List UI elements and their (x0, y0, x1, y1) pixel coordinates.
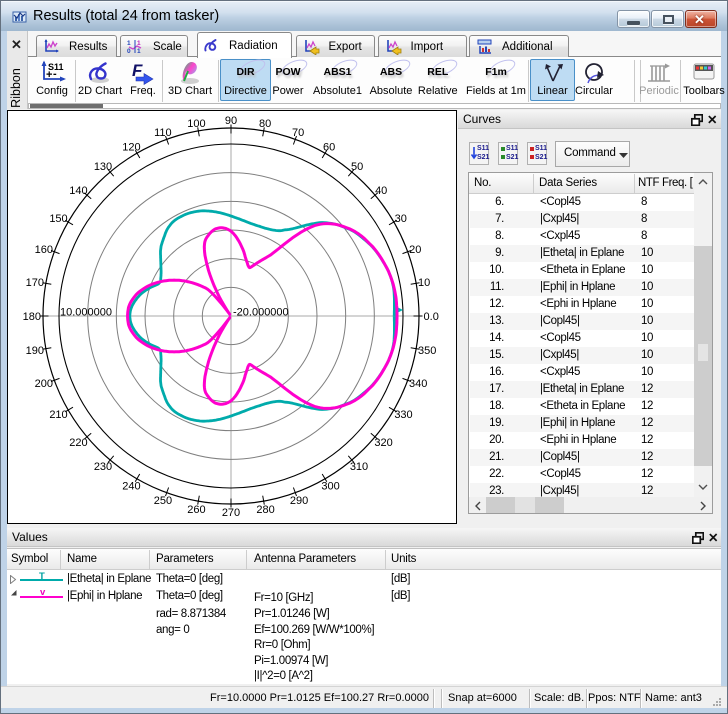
svg-text:10: 10 (418, 277, 430, 289)
svg-text:50: 50 (351, 161, 363, 173)
svg-text:1: 1 (127, 40, 131, 47)
svg-text:110: 110 (154, 127, 172, 139)
svg-text:270: 270 (222, 507, 240, 519)
svg-text:130: 130 (94, 161, 112, 173)
svg-text:290: 290 (290, 495, 308, 507)
svg-text:90: 90 (225, 115, 237, 127)
svg-text:240: 240 (122, 481, 140, 493)
svg-text:20: 20 (409, 244, 421, 256)
svg-text:320: 320 (374, 437, 392, 449)
svg-text:10.000000: 10.000000 (60, 307, 112, 319)
svg-text:230: 230 (94, 461, 112, 473)
svg-text:0: 0 (127, 48, 131, 55)
svg-text:0.0: 0.0 (424, 311, 439, 323)
svg-text:300: 300 (321, 481, 339, 493)
svg-text:220: 220 (69, 437, 87, 449)
svg-text:180: 180 (23, 311, 41, 323)
svg-text:60: 60 (323, 141, 335, 153)
svg-text:310: 310 (350, 461, 368, 473)
svg-text:190: 190 (26, 345, 44, 357)
svg-text:80: 80 (259, 118, 271, 130)
svg-text:30: 30 (395, 213, 407, 225)
svg-text:200: 200 (35, 378, 53, 390)
svg-text:-20.000000: -20.000000 (233, 307, 289, 319)
svg-text:+: + (46, 69, 52, 81)
svg-text:330: 330 (394, 409, 412, 421)
svg-text:280: 280 (256, 504, 274, 516)
svg-text:70: 70 (292, 127, 304, 139)
svg-text:260: 260 (187, 504, 205, 516)
svg-text:1: 1 (137, 48, 141, 55)
svg-text:170: 170 (26, 277, 44, 289)
svg-text:340: 340 (409, 378, 427, 390)
svg-text:210: 210 (49, 409, 67, 421)
svg-text:140: 140 (69, 185, 87, 197)
svg-text:-: - (53, 68, 57, 80)
svg-text:350: 350 (418, 345, 436, 357)
svg-text:250: 250 (154, 495, 172, 507)
svg-text:40: 40 (375, 185, 387, 197)
svg-text:100: 100 (187, 118, 205, 130)
svg-text:120: 120 (122, 141, 140, 153)
svg-text:150: 150 (49, 213, 67, 225)
svg-text:160: 160 (35, 244, 53, 256)
